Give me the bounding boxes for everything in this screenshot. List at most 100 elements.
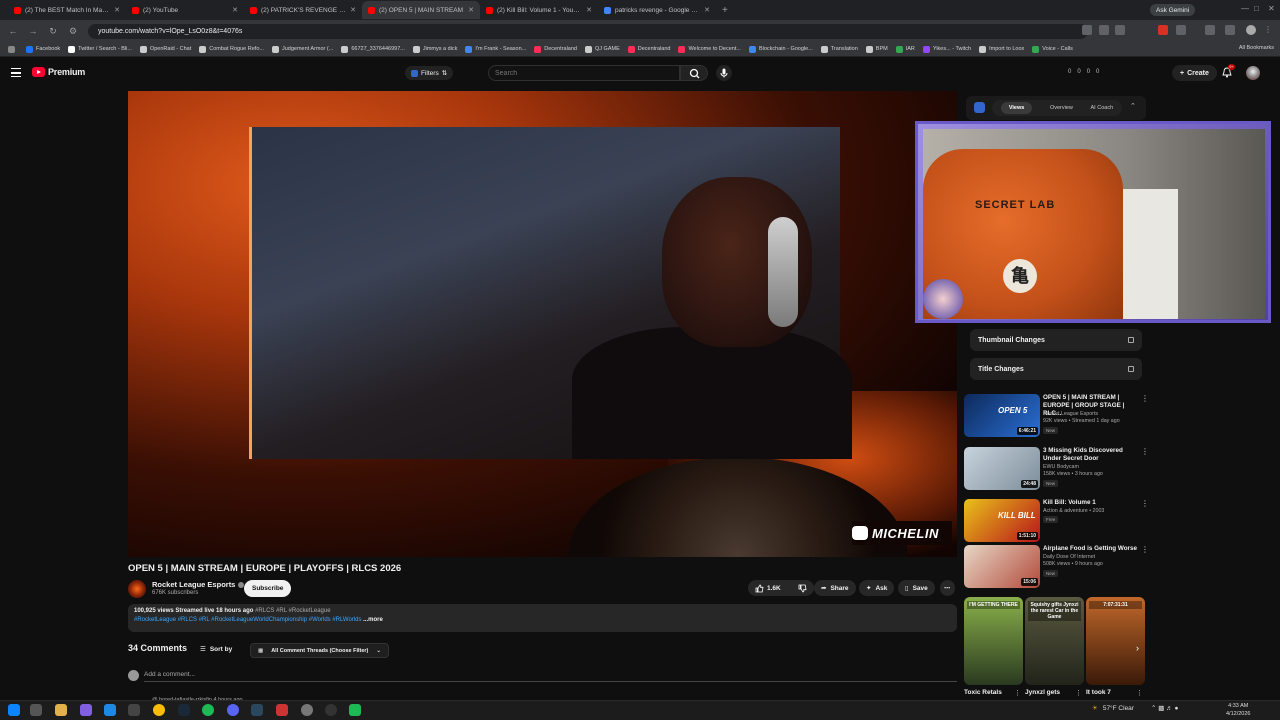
downloads-icon[interactable] xyxy=(1225,25,1235,35)
task-view-icon[interactable] xyxy=(30,704,42,716)
all-bookmarks-link[interactable]: All Bookmarks xyxy=(1239,45,1274,51)
like-dislike-group[interactable]: 1.6K xyxy=(748,580,814,596)
cast-icon[interactable] xyxy=(1082,25,1092,35)
description-box[interactable]: 100,925 views Streamed live 18 hours ago… xyxy=(128,604,957,632)
more-options-icon[interactable]: ⋮ xyxy=(1141,545,1149,554)
ask-gemini-button[interactable]: Ask Gemini xyxy=(1150,4,1196,16)
side-panel-icon[interactable] xyxy=(1205,25,1215,35)
recommended-video[interactable]: KILL BILL 1:51:10 Kill Bill: Volume 1 Actio… xyxy=(964,499,1154,545)
close-tab-icon[interactable]: ✕ xyxy=(232,6,238,14)
store-icon[interactable] xyxy=(104,704,116,716)
apps-icon[interactable] xyxy=(8,45,18,53)
more-menu-icon[interactable]: ⋮ xyxy=(1264,25,1274,35)
thumbnail-changes-row[interactable]: Thumbnail Changes xyxy=(970,329,1142,351)
more-options-icon[interactable]: ⋮ xyxy=(1141,499,1149,508)
search-input[interactable] xyxy=(488,65,680,81)
bookmark-item[interactable]: QJ GAME xyxy=(584,45,620,53)
close-tab-icon[interactable]: ✕ xyxy=(704,6,710,14)
tab-views[interactable]: Views xyxy=(1000,102,1033,114)
back-icon[interactable]: ← xyxy=(6,26,20,36)
bookmark-item[interactable]: Combat Rogue Refo... xyxy=(199,45,264,53)
close-window-icon[interactable]: ✕ xyxy=(1268,4,1275,13)
extension-icon[interactable] xyxy=(1158,25,1168,35)
more-options-icon[interactable]: ⋮ xyxy=(1141,394,1149,403)
add-comment-input[interactable]: Add a comment... xyxy=(144,671,957,682)
bookmark-item[interactable]: Yikes... - Twitch xyxy=(922,45,971,53)
filters-button[interactable]: Filters ⇅ xyxy=(405,66,454,80)
bookmark-item[interactable]: Decentraland xyxy=(534,45,577,53)
discord-icon[interactable] xyxy=(227,704,239,716)
reload-icon[interactable]: ↻ xyxy=(46,26,60,37)
close-tab-icon[interactable]: ✕ xyxy=(114,6,120,14)
more-actions-icon[interactable]: ⋯ xyxy=(940,580,955,596)
bookmark-item[interactable]: Facebook xyxy=(26,45,60,53)
short-video-card[interactable]: I'M GETTING THERE xyxy=(964,597,1023,685)
copilot-icon[interactable] xyxy=(80,704,92,716)
picture-in-picture-overlay[interactable]: SECRET LAB 亀 xyxy=(915,121,1271,323)
more-link[interactable]: ...more xyxy=(363,617,383,623)
bookmark-item[interactable]: IAR xyxy=(895,45,915,53)
url-field[interactable]: youtube.com/watch?v=lOpe_LsO0z8&t=4076s xyxy=(88,23,1088,39)
bookmark-item[interactable]: Twitter / Search - Bli... xyxy=(68,45,132,53)
collapse-icon[interactable]: ⌃ xyxy=(1130,102,1136,110)
tab-ai-coach[interactable]: AI Coach xyxy=(1091,105,1114,111)
bookmark-item[interactable]: Translation xyxy=(820,45,858,53)
site-info-icon[interactable]: ⚙ xyxy=(66,26,80,37)
app-icon[interactable] xyxy=(128,704,140,716)
system-tray[interactable]: ☀ 57°F Clear ⌃ ▩ ♬ ● xyxy=(1092,704,1178,713)
subscribe-button[interactable]: Subscribe xyxy=(244,580,292,597)
steam-icon[interactable] xyxy=(178,704,190,716)
bookmark-item[interactable]: Blockchain - Google... xyxy=(748,45,813,53)
recommended-video[interactable]: OPEN 5 6:46:21 OPEN 5 | MAIN STREAM | EURO… xyxy=(964,394,1154,440)
bookmark-item[interactable]: Jimmys a dick xyxy=(412,45,457,53)
spreadsheet-icon[interactable] xyxy=(349,704,361,716)
shorts-next-arrow-icon[interactable]: › xyxy=(1136,643,1139,653)
video-player[interactable]: MICHELIN xyxy=(128,91,957,557)
bookmark-item[interactable]: Voice - Calls xyxy=(1032,45,1073,53)
browser-tab[interactable]: (2) PATRICK'S REVENGE [Ohhh ✕ xyxy=(244,1,362,19)
profile-icon[interactable] xyxy=(1246,25,1256,35)
channel-name-row[interactable]: Rocket League Esports xyxy=(152,580,245,589)
browser-tab[interactable]: (2) OPEN 5 | MAIN STREAM ✕ xyxy=(362,1,480,19)
sort-by-button[interactable]: ☰ Sort by xyxy=(200,645,232,654)
video-thumbnail[interactable]: 15:06 xyxy=(964,545,1040,588)
save-button[interactable]: ▯ Save xyxy=(898,580,935,596)
recommended-video[interactable]: 15:06 Airplane Food is Getting Worse Daily… xyxy=(964,545,1154,591)
video-thumbnail[interactable]: OPEN 5 6:46:21 xyxy=(964,394,1040,437)
browser-tab[interactable]: (2) YouTube ✕ xyxy=(126,1,244,19)
short-more-icon[interactable]: ⋮ xyxy=(1136,689,1143,697)
channel-avatar[interactable] xyxy=(128,580,146,598)
create-button[interactable]: + Create xyxy=(1172,65,1217,81)
short-more-icon[interactable]: ⋮ xyxy=(1014,689,1021,697)
close-tab-icon[interactable]: ✕ xyxy=(350,6,356,14)
comment-thread-filter[interactable]: ▦ All Comment Threads (Choose Filter) ⌄ xyxy=(250,643,389,658)
ask-button[interactable]: ✦ Ask xyxy=(859,580,895,596)
header-extension-stats[interactable]: 0 0 0 0 xyxy=(1068,69,1099,75)
bookmark-item[interactable]: I'm Frank - Season... xyxy=(465,45,526,53)
video-thumbnail[interactable]: 24:48 xyxy=(964,447,1040,490)
bookmark-item[interactable]: BPM xyxy=(865,45,888,53)
voice-search-button[interactable] xyxy=(716,65,732,81)
recommended-video[interactable]: 24:48 3 Missing Kids Discovered Under Sec… xyxy=(964,447,1154,493)
browser-tab[interactable]: (2) Kill Bill: Volume 1 - YouTube ✕ xyxy=(480,1,598,19)
bookmark-item[interactable]: Welcome to Decent... xyxy=(678,45,741,53)
file-explorer-icon[interactable] xyxy=(55,704,67,716)
minimize-icon[interactable]: — xyxy=(1241,4,1249,13)
bookmark-item[interactable]: OpenRaid - Chat xyxy=(139,45,191,53)
hamburger-menu-icon[interactable] xyxy=(11,68,21,77)
share-button[interactable]: ➦ Share xyxy=(814,580,856,596)
title-changes-row[interactable]: Title Changes xyxy=(970,358,1142,380)
like-button[interactable]: 1.6K xyxy=(755,584,781,593)
zoom-icon[interactable] xyxy=(1099,25,1109,35)
new-tab-button[interactable]: + xyxy=(722,5,728,16)
start-icon[interactable] xyxy=(8,704,20,716)
forward-icon[interactable]: → xyxy=(26,26,40,36)
star-icon[interactable] xyxy=(1115,25,1125,35)
chrome-active-icon[interactable] xyxy=(301,704,313,716)
youtube-logo[interactable]: Premium xyxy=(32,67,85,77)
chrome-icon[interactable] xyxy=(153,704,165,716)
hashtags[interactable]: #RocketLeague #RLCS #RL #RocketLeagueWor… xyxy=(134,617,361,623)
thumbs-down-icon[interactable] xyxy=(798,584,807,593)
steam-client-icon[interactable] xyxy=(251,704,263,716)
spotify-icon[interactable] xyxy=(202,704,214,716)
